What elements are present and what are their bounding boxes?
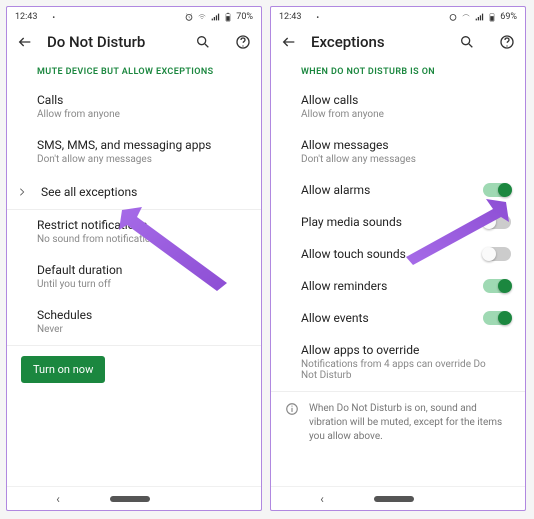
nav-bar: ‹ — [7, 486, 261, 510]
wifi-icon — [197, 12, 207, 22]
item-sub: No sound from notifications — [37, 234, 231, 245]
item-label: Allow calls — [301, 93, 495, 107]
nav-back-icon[interactable]: ‹ — [320, 492, 324, 506]
phone-left: 12:43 f • — [6, 6, 262, 511]
item-sub: Until you turn off — [37, 279, 231, 290]
turn-on-button[interactable]: Turn on now — [21, 356, 105, 383]
alarm-icon — [448, 12, 458, 22]
item-calls[interactable]: Calls Allow from anyone — [7, 85, 261, 130]
back-icon[interactable] — [17, 34, 33, 50]
see-all-label: See all exceptions — [41, 185, 137, 199]
alarm-icon — [184, 12, 194, 22]
section-header: WHEN DO NOT DISTURB IS ON — [271, 61, 525, 85]
toggle-allow-events[interactable] — [483, 311, 511, 325]
item-label: Allow events — [301, 311, 369, 325]
status-time: 12:43 — [15, 12, 37, 22]
page-title: Exceptions — [311, 33, 435, 51]
nav-home-icon[interactable] — [110, 496, 150, 502]
help-icon[interactable] — [499, 34, 515, 50]
item-label: SMS, MMS, and messaging apps — [37, 138, 231, 152]
item-label: Play media sounds — [301, 215, 402, 229]
item-label: Allow apps to override — [301, 343, 495, 357]
search-icon[interactable] — [195, 34, 211, 50]
dot-icon: • — [52, 13, 55, 22]
chevron-right-icon — [17, 187, 27, 197]
info-icon — [285, 402, 299, 444]
page-title: Do Not Disturb — [47, 33, 171, 51]
item-override[interactable]: Allow apps to override Notifications fro… — [271, 335, 525, 391]
item-allow-messages[interactable]: Allow messages Don't allow any messages — [271, 130, 525, 175]
item-play-media[interactable]: Play media sounds — [271, 207, 525, 239]
item-sub: Never — [37, 324, 231, 335]
battery-percent: 69% — [500, 12, 517, 22]
item-duration[interactable]: Default duration Until you turn off — [7, 255, 261, 300]
item-sms[interactable]: SMS, MMS, and messaging apps Don't allow… — [7, 130, 261, 175]
phone-right: 12:43 • 69% Exceptions WHEN DO NOT DISTU… — [270, 6, 526, 511]
section-header: MUTE DEVICE BUT ALLOW EXCEPTIONS — [7, 61, 261, 85]
see-all-exceptions[interactable]: See all exceptions — [7, 175, 261, 209]
nav-back-icon[interactable]: ‹ — [56, 492, 60, 506]
item-label: Allow messages — [301, 138, 495, 152]
item-allow-touch[interactable]: Allow touch sounds — [271, 239, 525, 271]
item-label: Default duration — [37, 263, 231, 277]
help-icon[interactable] — [235, 34, 251, 50]
back-icon[interactable] — [281, 34, 297, 50]
info-box: When Do Not Disturb is on, sound and vib… — [271, 391, 525, 454]
item-label: Restrict notifications — [37, 218, 231, 232]
info-text: When Do Not Disturb is on, sound and vib… — [309, 402, 511, 444]
item-sub: Notifications from 4 apps can override D… — [301, 359, 495, 381]
toggle-allow-touch[interactable] — [483, 247, 511, 261]
nav-home-icon[interactable] — [374, 496, 414, 502]
battery-percent: 70% — [236, 12, 253, 22]
status-time: 12:43 — [279, 12, 301, 22]
item-label: Allow alarms — [301, 183, 370, 197]
item-label: Calls — [37, 93, 231, 107]
nav-bar: ‹ — [271, 486, 525, 510]
wifi-icon — [461, 12, 471, 22]
toggle-play-media[interactable] — [483, 215, 511, 229]
header: Exceptions — [271, 27, 525, 61]
item-label: Schedules — [37, 308, 231, 322]
item-schedules[interactable]: Schedules Never — [7, 300, 261, 345]
search-icon[interactable] — [459, 34, 475, 50]
item-sub: Don't allow any messages — [301, 154, 495, 165]
toggle-allow-reminders[interactable] — [483, 279, 511, 293]
item-allow-events[interactable]: Allow events — [271, 303, 525, 335]
item-sub: Don't allow any messages — [37, 154, 231, 165]
dot-icon: • — [316, 13, 319, 22]
item-label: Allow touch sounds — [301, 247, 406, 261]
item-sub: Allow from anyone — [37, 109, 231, 120]
signal-icon — [210, 12, 220, 22]
status-bar: 12:43 f • — [7, 7, 261, 27]
signal-icon — [474, 12, 484, 22]
battery-icon — [223, 12, 233, 22]
item-label: Allow reminders — [301, 279, 387, 293]
item-sub: Allow from anyone — [301, 109, 495, 120]
item-allow-calls[interactable]: Allow calls Allow from anyone — [271, 85, 525, 130]
battery-icon — [487, 12, 497, 22]
toggle-allow-alarms[interactable] — [483, 183, 511, 197]
status-bar: 12:43 • 69% — [271, 7, 525, 27]
item-allow-alarms[interactable]: Allow alarms — [271, 175, 525, 207]
header: Do Not Disturb — [7, 27, 261, 61]
item-restrict[interactable]: Restrict notifications No sound from not… — [7, 210, 261, 255]
item-allow-reminders[interactable]: Allow reminders — [271, 271, 525, 303]
